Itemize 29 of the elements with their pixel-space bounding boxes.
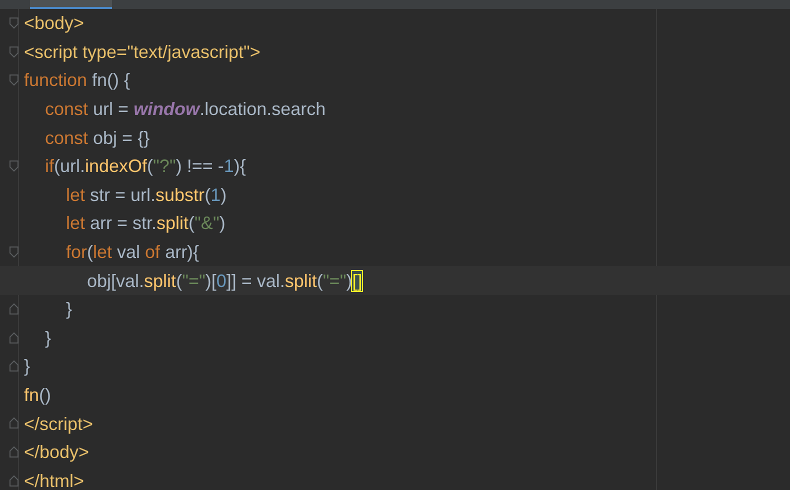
fold-icon[interactable] <box>9 246 19 258</box>
code-line: let str = url.substr(1) <box>66 184 227 207</box>
code-line: function fn() { <box>24 69 130 92</box>
code-line: fn() <box>24 384 52 408</box>
fold-icon[interactable] <box>9 417 19 430</box>
fold-icon[interactable] <box>9 302 19 315</box>
editor-tab[interactable] <box>30 0 112 9</box>
code-line: <body> <box>24 12 84 36</box>
code-line: let arr = str.split("&") <box>66 212 226 236</box>
code-line: } <box>45 326 52 350</box>
fold-icon[interactable] <box>9 446 19 458</box>
fold-icon[interactable] <box>9 474 19 486</box>
fold-icon[interactable] <box>9 160 19 172</box>
code-line: if(url.indexOf("?") !== -1){ <box>45 155 246 178</box>
code-line: </script> <box>24 412 94 436</box>
code-line: } <box>24 355 30 378</box>
fold-icon[interactable] <box>9 74 19 86</box>
code-line: } <box>66 298 72 322</box>
code-line: <script type="text/javascript"> <box>24 40 260 64</box>
fold-icon[interactable] <box>9 46 19 58</box>
fold-icon[interactable] <box>9 360 19 372</box>
fold-icon[interactable] <box>9 17 19 29</box>
code-line: </body> <box>24 441 90 464</box>
code-line: obj[val.split("=")[0]] = val.split("=")[] <box>87 270 362 293</box>
fold-icon[interactable] <box>9 332 19 344</box>
code-line: const url = window.location.search <box>45 98 326 122</box>
code-line: const obj = {} <box>45 126 150 150</box>
code-line: </html> <box>24 470 84 490</box>
code-line: for(let val of arr){ <box>66 241 200 264</box>
